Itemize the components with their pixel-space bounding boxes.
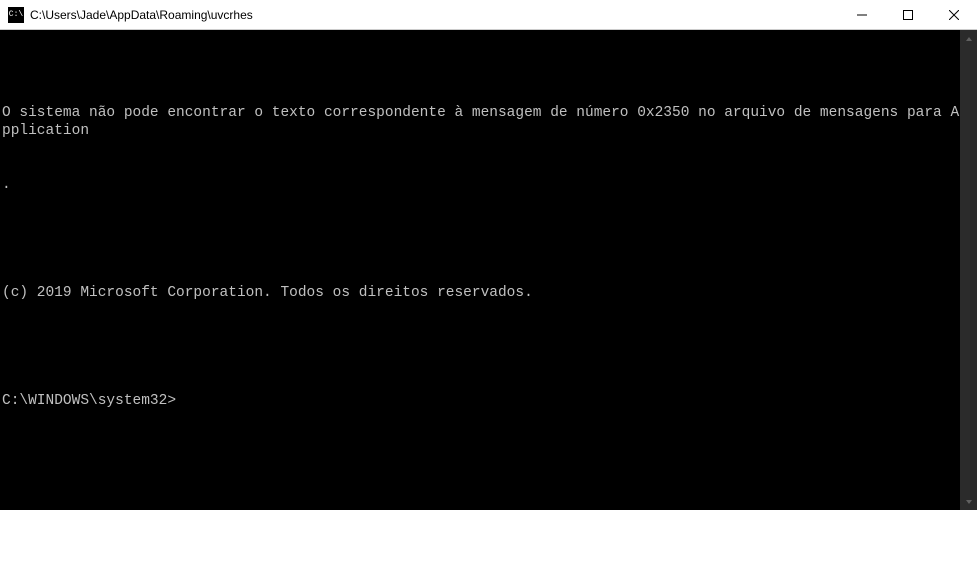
scroll-down-arrow-icon[interactable] xyxy=(960,493,977,510)
title-bar: C:\ C:\Users\Jade\AppData\Roaming\uvcrhe… xyxy=(0,0,977,30)
console-area[interactable]: O sistema não pode encontrar o texto cor… xyxy=(0,30,977,510)
maximize-button[interactable] xyxy=(885,0,931,29)
console-line xyxy=(2,230,960,248)
minimize-button[interactable] xyxy=(839,0,885,29)
window-controls xyxy=(839,0,977,29)
console-line: (c) 2019 Microsoft Corporation. Todos os… xyxy=(2,284,960,302)
cmd-icon: C:\ xyxy=(8,7,24,23)
vertical-scrollbar[interactable] xyxy=(960,30,977,510)
console-content: O sistema não pode encontrar o texto cor… xyxy=(2,68,960,544)
scroll-up-arrow-icon[interactable] xyxy=(960,30,977,47)
console-line: O sistema não pode encontrar o texto cor… xyxy=(2,104,960,140)
close-button[interactable] xyxy=(931,0,977,29)
console-line: . xyxy=(2,176,960,194)
window-title: C:\Users\Jade\AppData\Roaming\uvcrhes xyxy=(30,8,839,22)
console-line xyxy=(2,338,960,356)
console-prompt: C:\WINDOWS\system32> xyxy=(2,392,960,410)
